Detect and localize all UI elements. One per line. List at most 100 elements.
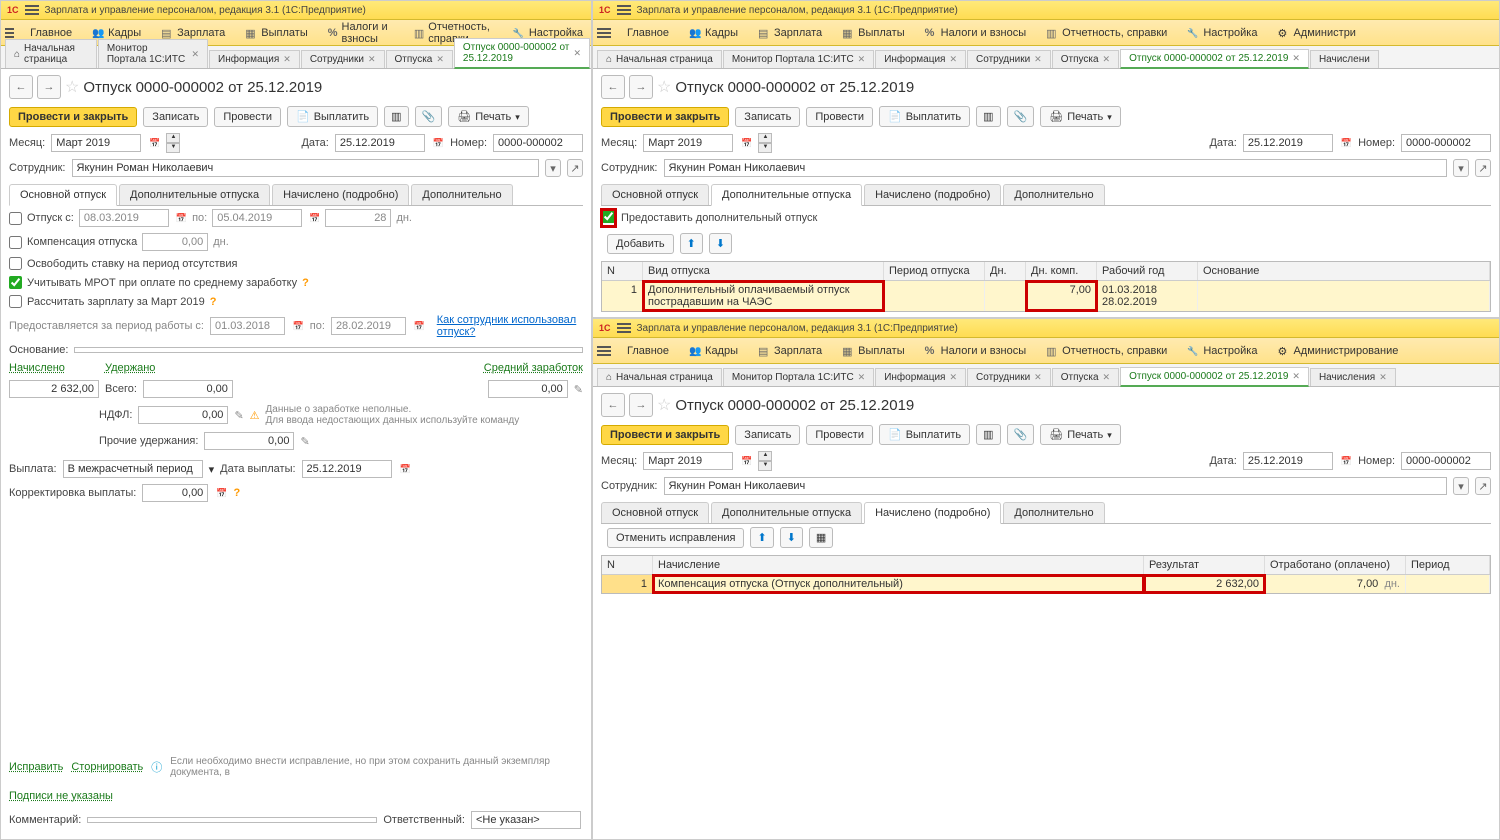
menu-expand-icon[interactable] (597, 346, 611, 356)
month-down[interactable]: ▼ (166, 143, 180, 153)
emp-input[interactable]: Якунин Роман Николаевич (72, 159, 540, 177)
intab-main[interactable]: Основной отпуск (601, 502, 709, 523)
extra-checkbox[interactable] (602, 210, 615, 223)
tab-info[interactable]: Информация✕ (875, 50, 966, 68)
menu-setup[interactable]: Настройка (1183, 25, 1261, 41)
accr-header[interactable]: Начислено (9, 362, 65, 374)
tab-home[interactable]: Начальная страница (597, 50, 722, 68)
move-up-button[interactable]: ⬆ (680, 233, 703, 254)
month-up[interactable]: ▲ (166, 133, 180, 143)
cal2-icon[interactable] (431, 137, 444, 149)
menu-payments[interactable]: Выплаты (838, 343, 908, 359)
period-to-input[interactable]: 28.02.2019 (331, 317, 406, 335)
add-button[interactable]: Добавить (607, 234, 674, 254)
table-row[interactable]: 1 Компенсация отпуска (Отпуск дополнител… (602, 575, 1490, 593)
tab-accr[interactable]: Начислени (1310, 50, 1379, 68)
menu-staff[interactable]: Кадры (685, 25, 742, 41)
menu-salary[interactable]: Зарплата (754, 25, 826, 41)
month-input[interactable]: Март 2019 (643, 452, 733, 470)
result-cell[interactable]: 2 632,00 (1144, 575, 1265, 593)
menu-taxes[interactable]: Налоги и взносы (921, 25, 1031, 41)
intab-main[interactable]: Основной отпуск (9, 184, 117, 206)
tab-emp[interactable]: Сотрудники✕ (967, 50, 1051, 68)
favorite-icon[interactable]: ☆ (657, 77, 671, 97)
edit-other-icon[interactable] (300, 435, 309, 448)
pay-input[interactable]: В межрасчетный период (63, 460, 203, 478)
menu-home[interactable]: Главное (623, 25, 673, 41)
menu-expand-icon[interactable] (597, 28, 611, 38)
help2-icon[interactable]: ? (210, 296, 217, 308)
attach-button[interactable]: 📎 (415, 106, 443, 127)
num-input[interactable]: 0000-000002 (1401, 134, 1491, 152)
menu-admin[interactable]: Администри (1273, 25, 1359, 41)
print-button[interactable]: 🖨 Печать (1040, 424, 1121, 445)
post-button[interactable]: Провести (214, 107, 281, 127)
bar1-button[interactable]: ▥ (976, 106, 1000, 127)
menu-payments[interactable]: Выплаты (241, 25, 311, 41)
date-input[interactable]: 25.12.2019 (1243, 134, 1333, 152)
print-button[interactable]: 🖨 Печать (448, 106, 529, 127)
tab-vac[interactable]: Отпуска✕ (1052, 50, 1119, 68)
post-close-button[interactable]: Провести и закрыть (9, 107, 137, 127)
intab-accr[interactable]: Начислено (подробно) (864, 502, 1001, 524)
nav-fwd-button[interactable]: → (37, 75, 61, 99)
mrot-checkbox[interactable] (9, 276, 22, 289)
post-button[interactable]: Провести (806, 107, 873, 127)
menu-reports[interactable]: Отчетность, справки (1042, 25, 1171, 41)
intab-more[interactable]: Дополнительно (1003, 502, 1104, 523)
intab-accr[interactable]: Начислено (подробно) (272, 184, 409, 205)
emp-select-button[interactable]: ▾ (545, 159, 561, 177)
intab-extra[interactable]: Дополнительные отпуска (119, 184, 270, 205)
menu-expand-icon[interactable] (5, 28, 14, 38)
tab-doc[interactable]: Отпуск 0000-000002 от 25.12.2019✕ (1120, 367, 1309, 387)
hold-header[interactable]: Удержано (105, 362, 155, 374)
paydate-input[interactable]: 25.12.2019 (302, 460, 392, 478)
intab-accr[interactable]: Начислено (подробно) (864, 184, 1001, 205)
recalc-checkbox[interactable] (9, 295, 22, 308)
corr-input[interactable]: 0,00 (142, 484, 208, 502)
edit-ndfl-icon[interactable] (234, 409, 243, 422)
month-input[interactable]: Март 2019 (51, 134, 141, 152)
intab-main[interactable]: Основной отпуск (601, 184, 709, 205)
tab-info[interactable]: Информация✕ (875, 368, 966, 386)
tab-emp[interactable]: Сотрудники✕ (301, 50, 385, 68)
undo-button[interactable]: Отменить исправления (607, 528, 744, 548)
num-input[interactable]: 0000-000002 (493, 134, 583, 152)
tab-monitor[interactable]: Монитор Портала 1С:ИТС✕ (98, 39, 208, 68)
menu-reports[interactable]: Отчетность, справки (1042, 343, 1171, 359)
emp-open-button[interactable]: ↗ (567, 159, 583, 177)
menu-staff[interactable]: Кадры (685, 343, 742, 359)
post-close-button[interactable]: Провести и закрыть (601, 425, 729, 445)
storno-link[interactable]: Сторнировать (71, 761, 143, 773)
vac-from-input[interactable]: 08.03.2019 (79, 209, 169, 227)
nav-back-button[interactable]: ← (601, 75, 625, 99)
favorite-icon[interactable]: ☆ (65, 77, 79, 97)
tab-monitor[interactable]: Монитор Портала 1С:ИТС✕ (723, 50, 874, 68)
pay-button[interactable]: 📄 Выплатить (879, 106, 970, 127)
move-up-button[interactable]: ⬆ (750, 527, 773, 548)
menu-payments[interactable]: Выплаты (838, 25, 908, 41)
vacation-checkbox[interactable] (9, 212, 22, 225)
save-button[interactable]: Записать (735, 107, 800, 127)
intab-more[interactable]: Дополнительно (1003, 184, 1104, 205)
comp-checkbox[interactable] (9, 236, 22, 249)
tab-home[interactable]: Начальная страница (5, 39, 97, 68)
nav-fwd-button[interactable]: → (629, 393, 653, 417)
pay-button[interactable]: 📄 Выплатить (287, 106, 378, 127)
accr-cell[interactable]: Компенсация отпуска (Отпуск дополнительн… (653, 575, 1144, 593)
attach-button[interactable]: 📎 (1007, 106, 1035, 127)
menu-taxes[interactable]: Налоги и взносы (324, 19, 398, 47)
period-from-input[interactable]: 01.03.2018 (210, 317, 285, 335)
menu-setup[interactable]: Настройка (1183, 343, 1261, 359)
help3-icon[interactable]: ? (234, 487, 241, 499)
menu-salary[interactable]: Зарплата (754, 343, 826, 359)
cal-icon[interactable] (147, 137, 160, 149)
comp-days-input[interactable]: 0,00 (142, 233, 208, 251)
nav-fwd-button[interactable]: → (629, 75, 653, 99)
free-checkbox[interactable] (9, 257, 22, 270)
favorite-icon[interactable]: ☆ (657, 395, 671, 415)
intab-extra[interactable]: Дополнительные отпуска (711, 502, 862, 523)
emp-input[interactable]: Якунин Роман Николаевич (664, 477, 1448, 495)
intab-extra[interactable]: Дополнительные отпуска (711, 184, 862, 206)
intab-more[interactable]: Дополнительно (411, 184, 512, 205)
